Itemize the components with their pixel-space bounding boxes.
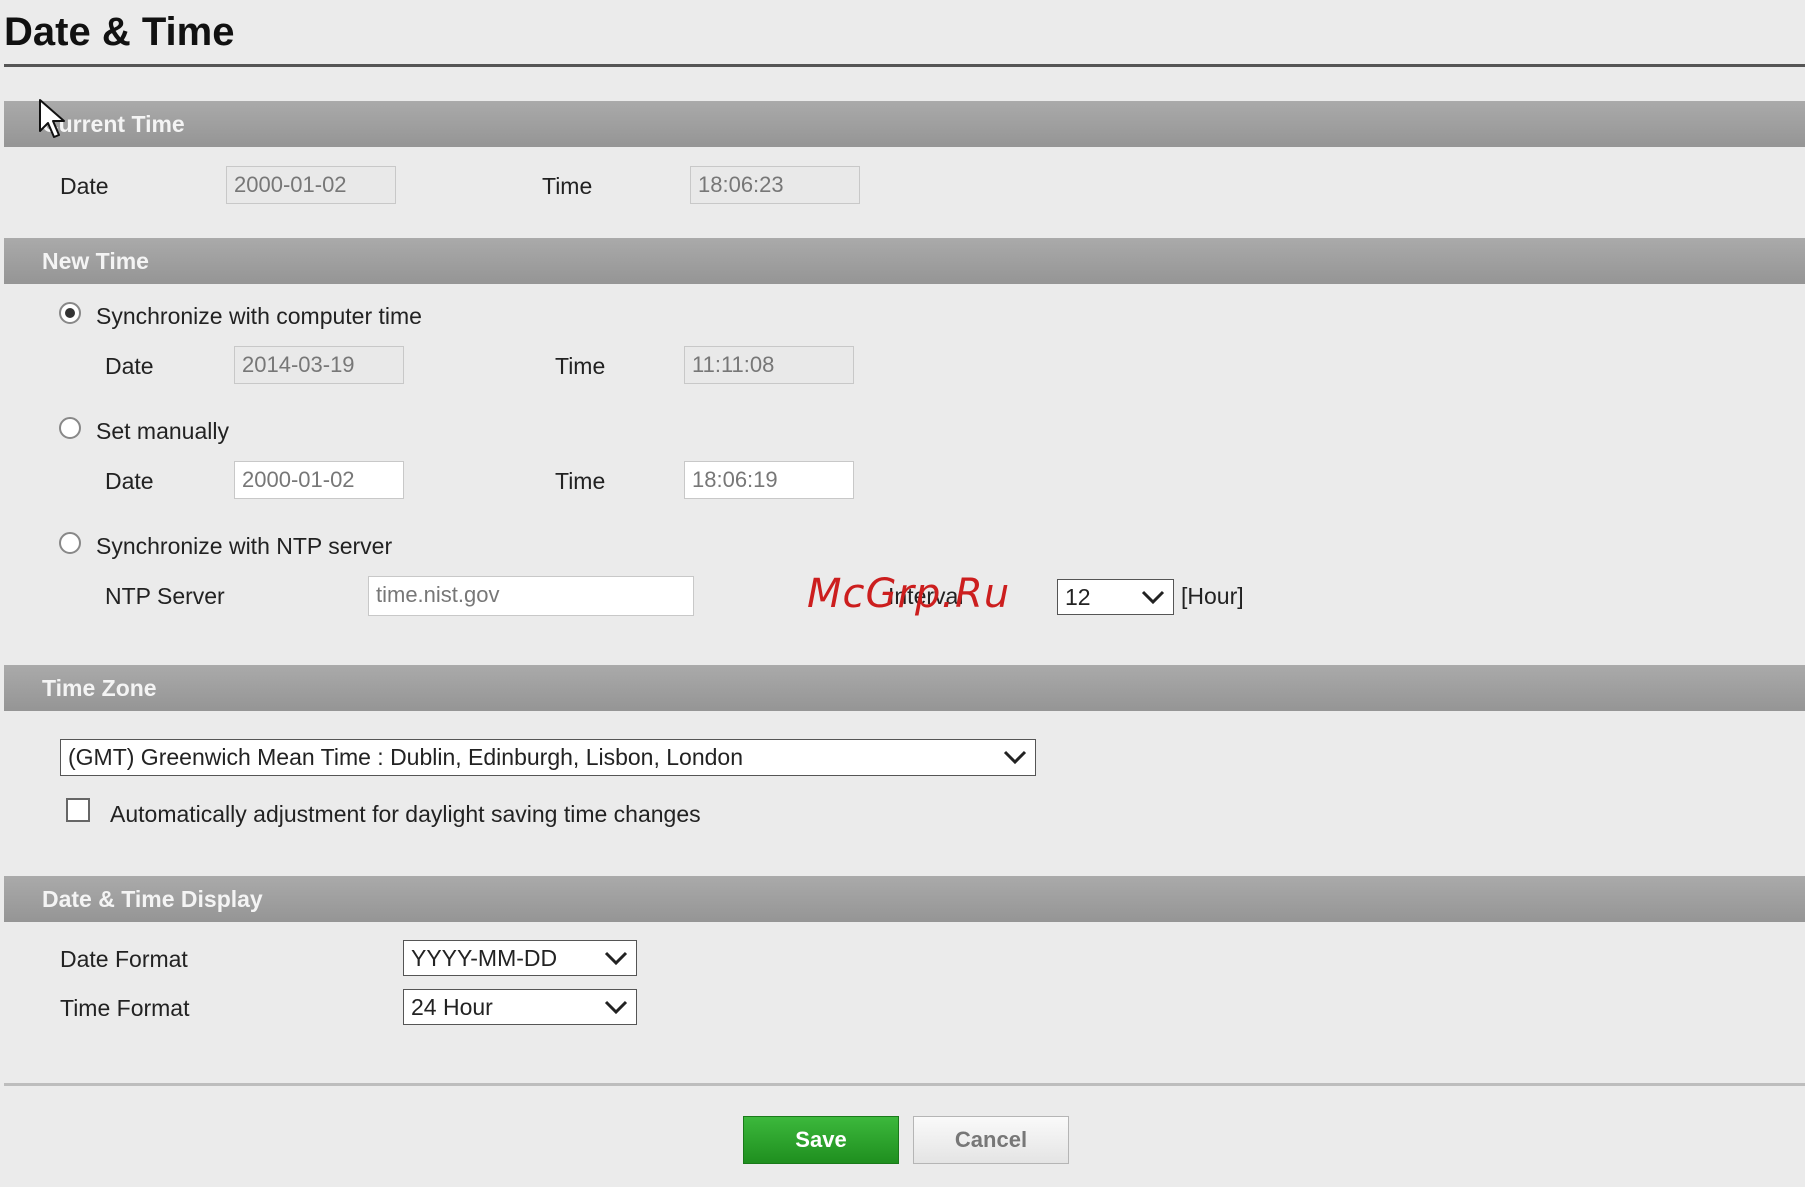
manual-time-label: Time: [555, 468, 606, 494]
manual-date-input[interactable]: 2000-01-02: [234, 461, 404, 499]
date-format-label: Date Format: [60, 946, 188, 972]
watermark-text: McGrp.Ru: [807, 571, 1011, 617]
ntp-interval-unit: [Hour]: [1181, 583, 1244, 609]
section-title-new-time: New Time: [42, 248, 149, 274]
current-time-field: 18:06:23: [690, 166, 860, 204]
chevron-down-icon: [604, 951, 628, 966]
section-header-time-zone: Time Zone: [4, 665, 1805, 711]
dst-checkbox[interactable]: [66, 798, 90, 822]
chevron-down-icon: [1003, 750, 1027, 765]
radio-set-manually-label: Set manually: [96, 418, 229, 444]
time-format-select[interactable]: 24 Hour: [403, 989, 637, 1025]
ntp-server-input[interactable]: time.nist.gov: [368, 576, 694, 616]
section-header-display: Date & Time Display: [4, 876, 1805, 922]
radio-sync-computer[interactable]: [59, 302, 81, 324]
radio-sync-ntp[interactable]: [59, 532, 81, 554]
ntp-interval-select[interactable]: 12: [1057, 579, 1174, 615]
sync-time-label: Time: [555, 353, 606, 379]
footer-divider: [4, 1083, 1805, 1086]
save-button[interactable]: Save: [743, 1116, 899, 1164]
radio-sync-computer-label: Synchronize with computer time: [96, 303, 422, 329]
section-header-new-time: New Time: [4, 238, 1805, 284]
current-date-field: 2000-01-02: [226, 166, 396, 204]
cancel-button[interactable]: Cancel: [913, 1116, 1069, 1164]
title-divider: [4, 64, 1805, 67]
sync-date-label: Date: [105, 353, 154, 379]
ntp-server-label: NTP Server: [105, 583, 225, 609]
section-title-display: Date & Time Display: [42, 886, 263, 912]
radio-sync-ntp-label: Synchronize with NTP server: [96, 533, 393, 559]
chevron-down-icon: [604, 1000, 628, 1015]
chevron-down-icon: [1141, 590, 1165, 605]
time-zone-value: (GMT) Greenwich Mean Time : Dublin, Edin…: [68, 744, 743, 770]
manual-date-label: Date: [105, 468, 154, 494]
radio-set-manually[interactable]: [59, 417, 81, 439]
time-format-value: 24 Hour: [411, 994, 493, 1020]
current-date-label: Date: [60, 173, 109, 199]
ntp-interval-value: 12: [1065, 584, 1091, 610]
time-zone-select[interactable]: (GMT) Greenwich Mean Time : Dublin, Edin…: [60, 739, 1036, 776]
page-title: Date & Time: [4, 10, 235, 54]
section-title-time-zone: Time Zone: [42, 675, 157, 701]
current-time-label: Time: [542, 173, 593, 199]
manual-time-input[interactable]: 18:06:19: [684, 461, 854, 499]
dst-checkbox-label: Automatically adjustment for daylight sa…: [110, 801, 701, 827]
mouse-cursor-icon: [39, 99, 65, 138]
date-format-select[interactable]: YYYY-MM-DD: [403, 940, 637, 976]
section-header-current-time: Current Time: [4, 101, 1805, 147]
sync-date-field: 2014-03-19: [234, 346, 404, 384]
sync-time-field: 11:11:08: [684, 346, 854, 384]
time-format-label: Time Format: [60, 995, 190, 1021]
date-format-value: YYYY-MM-DD: [411, 945, 558, 971]
